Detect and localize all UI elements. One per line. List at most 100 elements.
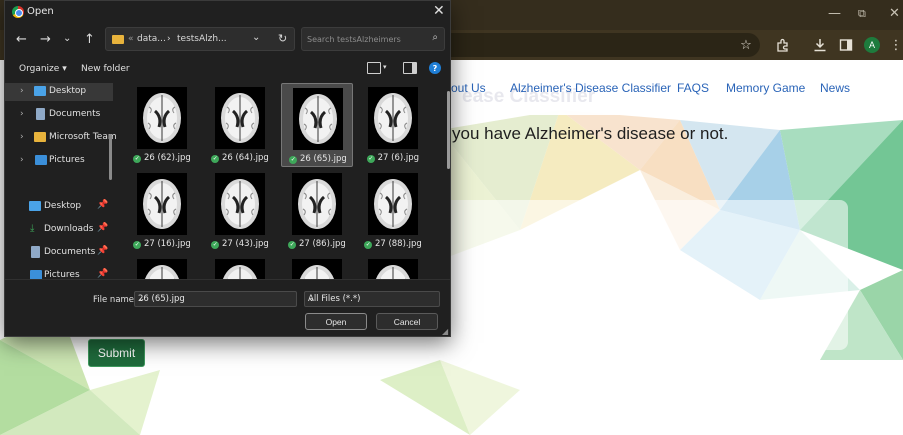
nav-pane-scrollbar[interactable] bbox=[109, 134, 112, 180]
file-type-select[interactable]: All Files (*.*) ⌄ bbox=[304, 291, 440, 307]
file-item[interactable]: ✓ 27 (86).jpg bbox=[281, 169, 353, 253]
upload-card bbox=[440, 200, 848, 350]
file-name-text: 27 (86).jpg bbox=[298, 239, 346, 249]
view-menu-chevron-icon[interactable]: ▾ bbox=[383, 63, 387, 71]
folder-icon bbox=[34, 132, 46, 142]
quick-access-documents[interactable]: Documents 📌 bbox=[5, 244, 113, 262]
file-name: ✓ 27 (43).jpg bbox=[204, 239, 276, 249]
file-name: ✓ 27 (16).jpg bbox=[126, 239, 198, 249]
mri-thumbnail bbox=[215, 173, 265, 235]
mri-thumbnail bbox=[215, 259, 265, 279]
new-folder-button[interactable]: New folder bbox=[81, 64, 130, 74]
up-arrow-icon[interactable]: ↑ bbox=[84, 33, 95, 47]
mri-thumbnail bbox=[368, 259, 418, 279]
file-item[interactable]: ✓ 27 (88).jpg bbox=[357, 169, 429, 253]
mri-thumbnail bbox=[215, 87, 265, 149]
help-icon[interactable]: ? bbox=[429, 62, 441, 74]
navigation-pane: › Desktop › Documents › Microsoft Team ›… bbox=[5, 81, 118, 279]
preview-pane-icon[interactable] bbox=[403, 62, 417, 74]
file-item[interactable] bbox=[204, 255, 276, 279]
sync-check-icon: ✓ bbox=[211, 155, 220, 163]
change-view-icon[interactable] bbox=[367, 62, 381, 74]
more-menu-icon[interactable]: ⋮ bbox=[888, 37, 903, 53]
breadcrumb-item-data[interactable]: data... bbox=[137, 34, 166, 44]
refresh-icon[interactable]: ↻ bbox=[278, 32, 287, 45]
file-item[interactable]: ✓ 27 (43).jpg bbox=[204, 169, 276, 253]
resize-grip-icon[interactable]: ◢ bbox=[442, 327, 448, 336]
close-window-button[interactable]: ✕ bbox=[889, 6, 900, 22]
sync-check-icon: ✓ bbox=[133, 241, 142, 249]
nav-pane-label: Desktop bbox=[49, 86, 87, 96]
file-item[interactable]: ✓ 26 (65).jpg bbox=[281, 83, 353, 167]
nav-link-about[interactable]: out Us bbox=[451, 81, 486, 95]
file-item[interactable] bbox=[281, 255, 353, 279]
expand-chevron-icon[interactable]: › bbox=[20, 109, 24, 119]
chevron-down-icon[interactable]: ⌄ bbox=[138, 294, 292, 304]
file-item[interactable] bbox=[357, 255, 429, 279]
nav-pane-label: Documents bbox=[44, 247, 96, 257]
cancel-button[interactable]: Cancel bbox=[376, 313, 438, 330]
file-item[interactable]: ✓ 26 (64).jpg bbox=[204, 83, 276, 167]
file-item[interactable] bbox=[126, 255, 198, 279]
nav-pane-item-desktop[interactable]: › Desktop bbox=[5, 83, 113, 101]
bookmark-star-icon[interactable]: ☆ bbox=[738, 37, 754, 53]
mri-thumbnail bbox=[293, 88, 343, 150]
nav-pane-item-documents[interactable]: › Documents bbox=[5, 106, 113, 124]
nav-link-memory-game[interactable]: Memory Game bbox=[726, 81, 805, 95]
open-button[interactable]: Open bbox=[305, 313, 367, 330]
mri-thumbnail bbox=[368, 87, 418, 149]
breadcrumb-overflow[interactable]: « bbox=[128, 34, 134, 44]
download-icon[interactable] bbox=[812, 37, 828, 53]
minimize-window-button[interactable]: — bbox=[828, 6, 841, 22]
desktop-icon bbox=[29, 201, 41, 211]
file-name-text: 27 (16).jpg bbox=[143, 239, 191, 249]
file-item[interactable]: ✓ 27 (16).jpg bbox=[126, 169, 198, 253]
quick-access-downloads[interactable]: ⤓ Downloads 📌 bbox=[5, 221, 113, 239]
expand-chevron-icon[interactable]: › bbox=[20, 132, 24, 142]
nav-pane-item-microsoft-team[interactable]: › Microsoft Team bbox=[5, 129, 117, 147]
nav-link-news[interactable]: News bbox=[820, 81, 850, 95]
file-name: ✓ 26 (65).jpg bbox=[282, 154, 354, 164]
chevron-down-icon[interactable]: ⌄ bbox=[308, 294, 435, 304]
nav-pane-label: Microsoft Team bbox=[49, 132, 117, 142]
file-item[interactable]: ✓ 27 (6).jpg bbox=[357, 83, 429, 167]
pin-icon: 📌 bbox=[97, 246, 109, 256]
file-list-scrollbar[interactable] bbox=[447, 91, 450, 169]
dialog-close-button[interactable]: ✕ bbox=[433, 3, 445, 19]
quick-access-pictures[interactable]: Pictures 📌 bbox=[5, 267, 113, 279]
search-input[interactable]: Search testsAlzheimers ⌕ bbox=[301, 27, 445, 51]
nav-link-classifier[interactable]: Alzheimer's Disease Classifier bbox=[510, 81, 671, 95]
documents-icon bbox=[31, 246, 40, 258]
sync-check-icon: ✓ bbox=[366, 155, 375, 163]
breadcrumb-dropdown-icon[interactable]: ⌄ bbox=[252, 32, 260, 43]
forward-arrow-icon[interactable]: → bbox=[40, 33, 51, 47]
sync-check-icon: ✓ bbox=[364, 241, 373, 249]
organize-menu[interactable]: Organize ▾ bbox=[19, 64, 67, 74]
file-name-input[interactable]: 26 (65).jpg ⌄ bbox=[134, 291, 297, 307]
sync-check-icon: ✓ bbox=[133, 155, 142, 163]
breadcrumb-item-tests[interactable]: testsAlzh... bbox=[177, 34, 227, 44]
maximize-window-button[interactable]: ⧉ bbox=[858, 6, 866, 22]
address-bar[interactable] bbox=[450, 33, 760, 57]
nav-link-faqs[interactable]: FAQS bbox=[677, 81, 709, 95]
sidebar-icon[interactable] bbox=[838, 37, 854, 53]
expand-chevron-icon[interactable]: › bbox=[20, 155, 24, 165]
extensions-icon[interactable] bbox=[775, 37, 791, 53]
pin-icon: 📌 bbox=[97, 200, 109, 210]
file-item[interactable]: ✓ 26 (62).jpg bbox=[126, 83, 198, 167]
file-name: ✓ 26 (64).jpg bbox=[204, 153, 276, 163]
quick-access-desktop[interactable]: Desktop 📌 bbox=[5, 198, 113, 216]
file-name: ✓ 27 (6).jpg bbox=[357, 153, 429, 163]
address-breadcrumb[interactable]: « data... › testsAlzh... ⌄ ↻ bbox=[105, 27, 295, 51]
search-icon[interactable]: ⌕ bbox=[432, 32, 438, 43]
back-arrow-icon[interactable]: ← bbox=[16, 33, 27, 47]
mri-thumbnail bbox=[368, 173, 418, 235]
recent-locations-chevron-icon[interactable]: ⌄ bbox=[63, 32, 71, 46]
sync-check-icon: ✓ bbox=[289, 156, 298, 164]
pictures-icon bbox=[30, 270, 42, 279]
expand-chevron-icon[interactable]: › bbox=[20, 86, 24, 96]
profile-avatar[interactable]: A bbox=[864, 37, 880, 53]
nav-pane-item-pictures[interactable]: › Pictures bbox=[5, 152, 113, 170]
sync-check-icon: ✓ bbox=[211, 241, 220, 249]
submit-button[interactable]: Submit bbox=[88, 339, 145, 367]
